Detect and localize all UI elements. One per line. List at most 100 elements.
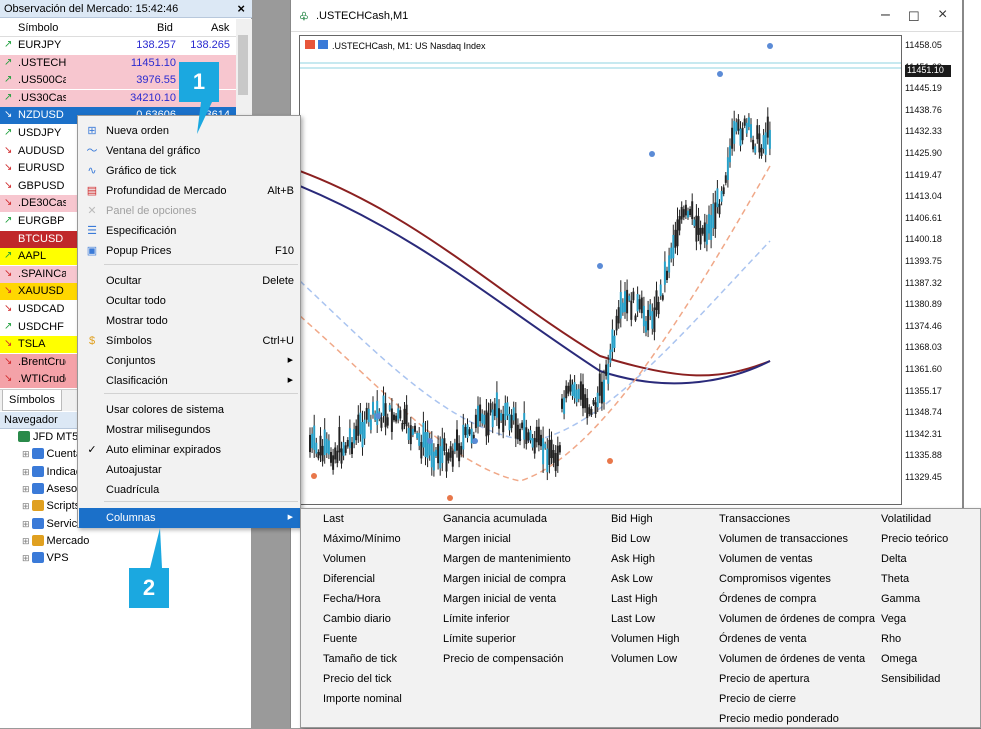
expand-icon[interactable]: ⊞ (22, 536, 30, 546)
candle-body (598, 373, 601, 396)
column-option[interactable]: Ask High (611, 549, 655, 569)
menu-item-usar-colores-de-sistema[interactable]: Usar colores de sistema (79, 400, 301, 420)
column-option[interactable]: Theta (881, 569, 909, 589)
column-option[interactable]: Margen inicial de venta (443, 589, 556, 609)
column-option[interactable]: Margen de mantenimiento (443, 549, 571, 569)
column-option[interactable]: Omega (881, 649, 917, 669)
column-option[interactable]: Límite superior (443, 629, 516, 649)
column-option[interactable]: Margen inicial de compra (443, 569, 566, 589)
column-option[interactable]: Precio teórico (881, 529, 948, 549)
navigator-item[interactable]: JFD MT5 (18, 431, 78, 448)
candle-body (682, 209, 685, 218)
menu-item-ocultar[interactable]: Ocultar Delete (79, 271, 301, 291)
column-option[interactable]: Volumen de ventas (719, 549, 813, 569)
close-icon[interactable]: × (237, 1, 245, 16)
expand-icon[interactable]: ⊞ (22, 484, 30, 494)
menu-item-cuadricula[interactable]: Cuadrícula (79, 480, 301, 500)
column-option[interactable]: Sensibilidad (881, 669, 940, 689)
arrow-down-icon: ↘ (4, 285, 13, 297)
column-option[interactable]: Compromisos vigentes (719, 569, 831, 589)
column-option[interactable]: Precio del tick (323, 669, 391, 689)
column-option[interactable]: Volumen de órdenes de compra (719, 609, 875, 629)
candle-body (729, 145, 731, 163)
column-option[interactable]: Volumen Low (611, 649, 677, 669)
menu-item-especificacion[interactable]: ☰ Especificación (79, 221, 301, 241)
column-option[interactable]: Precio de apertura (719, 669, 810, 689)
expand-icon[interactable]: ⊞ (22, 519, 30, 529)
column-option[interactable]: Máximo/Mínimo (323, 529, 401, 549)
column-option[interactable]: Límite inferior (443, 609, 510, 629)
price-chart[interactable] (299, 35, 902, 505)
price-axis[interactable]: 11458.0511451.6211445.1911438.7611432.33… (903, 35, 963, 505)
tab-symbols[interactable]: Símbolos (2, 390, 62, 411)
column-option[interactable]: Órdenes de compra (719, 589, 816, 609)
menu-item-autoajustar[interactable]: Autoajustar (79, 460, 301, 480)
column-option[interactable]: Volumen (323, 549, 366, 569)
column-option[interactable]: Last (323, 509, 344, 529)
menu-item-ocultar-todo[interactable]: Ocultar todo (79, 291, 301, 311)
column-option[interactable]: Gamma (881, 589, 920, 609)
menu-item-popup-prices[interactable]: ▣ Popup Prices F10 (79, 241, 301, 261)
column-option[interactable]: Volumen de órdenes de venta (719, 649, 865, 669)
column-option[interactable]: Volumen High (611, 629, 680, 649)
candle-body (544, 443, 547, 449)
column-option[interactable]: Volatilidad (881, 509, 931, 529)
column-option[interactable]: Ganancia acumulada (443, 509, 547, 529)
menu-shortcut: Ctrl+U (262, 335, 294, 347)
menu-item-nueva-orden[interactable]: ⊞ Nueva orden (79, 121, 301, 141)
bid-value: 138.257 (136, 39, 176, 51)
column-option[interactable]: Diferencial (323, 569, 375, 589)
col-symbol-header[interactable]: Símbolo (18, 22, 58, 34)
col-bid-header[interactable]: Bid (157, 22, 173, 34)
column-option[interactable]: Fuente (323, 629, 357, 649)
scrollbar-thumb[interactable] (238, 35, 248, 95)
col-ask-header[interactable]: Ask (211, 22, 229, 34)
market-watch-row[interactable]: ↗ EURJPY 138.257 138.265 (0, 37, 236, 54)
candle-body (687, 210, 689, 218)
menu-item-simbolos[interactable]: $ Símbolos Ctrl+U (79, 331, 301, 351)
price-tick-label: 11355.17 (905, 385, 942, 396)
maximize-icon[interactable]: ☐ (908, 9, 920, 25)
menu-item-mostrar-todo[interactable]: Mostrar todo (79, 311, 301, 331)
column-option[interactable]: Ask Low (611, 569, 653, 589)
menu-item-profundidad-de-mercado[interactable]: ▤ Profundidad de Mercado Alt+B (79, 181, 301, 201)
column-option[interactable]: Transacciones (719, 509, 790, 529)
column-option[interactable]: Volumen de transacciones (719, 529, 848, 549)
column-option[interactable]: Tamaño de tick (323, 649, 397, 669)
candle-body (535, 426, 538, 443)
menu-item-ventana-del-grafico[interactable]: 〜 Ventana del gráfico (79, 141, 301, 161)
menu-item-panel-de-opciones[interactable]: ✕ Panel de opciones (79, 201, 301, 221)
column-option[interactable]: Precio de cierre (719, 689, 796, 709)
column-option[interactable]: Vega (881, 609, 906, 629)
menu-item-clasificacion[interactable]: Clasificación ▶ (79, 371, 301, 391)
menu-item-mostrar-milisegundos[interactable]: Mostrar milisegundos (79, 420, 301, 440)
column-option[interactable]: Delta (881, 549, 907, 569)
menu-item-grafico-de-tick[interactable]: ∿ Gráfico de tick (79, 161, 301, 181)
column-option[interactable]: Cambio diario (323, 609, 391, 629)
minimize-icon[interactable]: – (881, 6, 890, 24)
column-option[interactable]: Last High (611, 589, 657, 609)
expand-icon[interactable]: ⊞ (22, 501, 30, 511)
column-option[interactable]: Fecha/Hora (323, 589, 380, 609)
column-option[interactable]: Rho (881, 629, 901, 649)
navigator-item[interactable]: ⊞ Mercado (22, 534, 89, 552)
column-option[interactable]: Bid High (611, 509, 653, 529)
column-option[interactable]: Importe nominal (323, 689, 402, 709)
candle-body (416, 433, 419, 439)
column-option[interactable]: Margen inicial (443, 529, 511, 549)
expand-icon[interactable]: ⊞ (22, 467, 30, 477)
menu-item-conjuntos[interactable]: Conjuntos ▶ (79, 351, 301, 371)
current-price-tag: 11451.10 (905, 65, 951, 77)
menu-item-columnas[interactable]: Columnas ▶ (79, 508, 301, 528)
menu-item-auto-eliminar-expirados[interactable]: ✓ Auto eliminar expirados (79, 440, 301, 460)
column-option[interactable]: Precio medio ponderado (719, 709, 839, 729)
expand-icon[interactable]: ⊞ (22, 449, 30, 459)
expand-icon[interactable]: ⊞ (22, 553, 30, 563)
column-option[interactable]: Órdenes de venta (719, 629, 806, 649)
navigator-item[interactable]: ⊞ VPS (22, 552, 69, 569)
column-option[interactable]: Precio de compensación (443, 649, 563, 669)
close-icon[interactable]: × (938, 6, 947, 24)
column-option[interactable]: Last Low (611, 609, 655, 629)
column-option[interactable]: Bid Low (611, 529, 650, 549)
navigator-item[interactable]: ⊞ Scripts (22, 500, 80, 517)
